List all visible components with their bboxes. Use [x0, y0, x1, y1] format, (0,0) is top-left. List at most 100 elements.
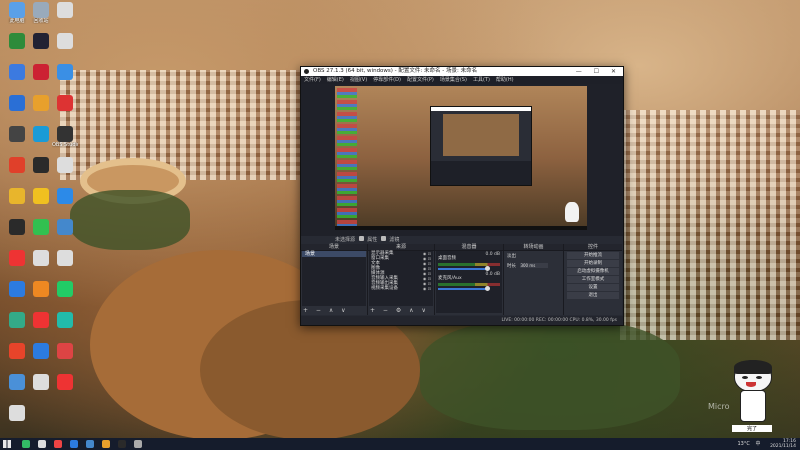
- filters-button[interactable]: 滤镜: [389, 237, 399, 243]
- desktop-icon[interactable]: [52, 343, 78, 359]
- desktop-icon[interactable]: [4, 343, 30, 359]
- scenes-toolbar[interactable]: + − ∧ ∨: [301, 307, 367, 315]
- desktop-icon[interactable]: [52, 95, 78, 111]
- taskbar-app-icon[interactable]: [102, 440, 110, 448]
- desktop-icon[interactable]: OBS Studio: [52, 126, 78, 148]
- sources-toolbar[interactable]: + − ⚙ ∧ ∨: [368, 307, 434, 315]
- properties-button[interactable]: 属性: [367, 237, 377, 243]
- control-button[interactable]: 工作室模式: [567, 276, 619, 283]
- app-icon: [9, 250, 25, 266]
- desktop-icon[interactable]: [4, 188, 30, 204]
- desktop-icon[interactable]: [52, 188, 78, 204]
- control-button[interactable]: 开始推流: [567, 252, 619, 259]
- weather-text[interactable]: 13°C: [738, 441, 750, 447]
- desktop-icon[interactable]: [4, 405, 30, 421]
- taskbar-app-icon[interactable]: [118, 440, 126, 448]
- desktop-icon[interactable]: [52, 219, 78, 235]
- desktop-icon[interactable]: [4, 374, 30, 390]
- desktop-icon[interactable]: [4, 126, 30, 142]
- desktop-icon[interactable]: [52, 250, 78, 266]
- desktop-icon[interactable]: [52, 312, 78, 328]
- windows-start-icon[interactable]: [3, 440, 11, 448]
- taskbar-app-icon[interactable]: [22, 440, 30, 448]
- taskbar: 13°C 中 17:16 2021/11/14: [0, 438, 800, 450]
- window-controls[interactable]: — ☐ ✕: [576, 67, 621, 76]
- transition-type[interactable]: 淡出: [507, 254, 516, 259]
- mascot-hair: [734, 360, 772, 374]
- desktop-icon[interactable]: [28, 374, 54, 390]
- volume-slider[interactable]: [438, 266, 490, 271]
- obs-window-title: OBS 27.1.3 (64 bit, windows) - 配置文件: 未命名…: [313, 68, 478, 74]
- controls-dock: 控件 开始推流 开始录制 启动虚拟摄像机 工作室模式 设置 退出: [564, 244, 622, 315]
- scenes-dock-title: 场景: [301, 244, 367, 251]
- gear-icon[interactable]: [358, 236, 364, 241]
- menu-item[interactable]: 工具(T): [473, 77, 490, 83]
- filter-icon[interactable]: [380, 236, 386, 241]
- control-button[interactable]: 退出: [567, 292, 619, 299]
- preview-canvas[interactable]: [335, 86, 587, 230]
- desktop-icon[interactable]: [28, 219, 54, 235]
- duration-input[interactable]: 300 ms: [520, 263, 549, 268]
- desktop-icon-label: 回收站: [33, 18, 49, 24]
- app-icon: [33, 126, 49, 142]
- obs-window[interactable]: OBS 27.1.3 (64 bit, windows) - 配置文件: 未命名…: [300, 66, 624, 326]
- desktop-icon[interactable]: [52, 2, 78, 18]
- menu-item[interactable]: 文件(F): [304, 77, 321, 83]
- desktop-icon[interactable]: [52, 374, 78, 390]
- desktop-icon[interactable]: [4, 33, 30, 49]
- desktop-icon[interactable]: 回收站: [28, 2, 54, 24]
- desktop-icon[interactable]: [4, 250, 30, 266]
- menu-item[interactable]: 场景集合(S): [440, 77, 467, 83]
- desktop-icon[interactable]: [28, 250, 54, 266]
- desktop-icon-label: OBS Studio: [52, 142, 78, 148]
- control-button[interactable]: 启动虚拟摄像机: [567, 268, 619, 275]
- visibility-lock-icons[interactable]: ◉ ⊡: [423, 286, 431, 291]
- desktop-icon[interactable]: [4, 219, 30, 235]
- language-indicator[interactable]: 中: [755, 441, 760, 447]
- taskbar-app-icon[interactable]: [86, 440, 94, 448]
- obs-menubar: 文件(F) 编辑(E) 视图(V) 停靠部件(D) 配置文件(P) 场景集合(S) 工具(T…: [301, 76, 623, 84]
- obs-titlebar[interactable]: OBS 27.1.3 (64 bit, windows) - 配置文件: 未命名…: [301, 67, 623, 76]
- app-icon: [9, 188, 25, 204]
- menu-item[interactable]: 视图(V): [350, 77, 367, 83]
- menu-item[interactable]: 停靠部件(D): [373, 77, 401, 83]
- menu-item[interactable]: 配置文件(P): [407, 77, 434, 83]
- clock[interactable]: 17:16 2021/11/14: [766, 439, 796, 449]
- taskbar-app-icon[interactable]: [134, 440, 142, 448]
- desktop-icon[interactable]: [28, 157, 54, 173]
- desktop-icon[interactable]: [4, 312, 30, 328]
- app-icon: [57, 188, 73, 204]
- desktop-icon[interactable]: [52, 157, 78, 173]
- control-button[interactable]: 设置: [567, 284, 619, 291]
- desktop-icon[interactable]: [28, 95, 54, 111]
- desktop-icon[interactable]: [52, 33, 78, 49]
- desktop-icon[interactable]: [28, 343, 54, 359]
- desktop-icon[interactable]: [28, 281, 54, 297]
- desktop-icon[interactable]: [28, 312, 54, 328]
- volume-slider[interactable]: [438, 286, 490, 291]
- sources-list[interactable]: 显示器采集 ◉ ⊡ 窗口采集 ◉ ⊡ 文本 ◉ ⊡ 图像 ◉ ⊡ 媒体源 ◉ ⊡ 音频输入采集 ◉ ⊡…: [369, 251, 433, 306]
- desktop-icon[interactable]: [52, 281, 78, 297]
- desktop-icon[interactable]: [4, 281, 30, 297]
- desktop-icon[interactable]: 此电脑: [4, 2, 30, 24]
- menu-item[interactable]: 帮助(H): [496, 77, 514, 83]
- taskbar-app-icon[interactable]: [70, 440, 78, 448]
- app-icon: [33, 157, 49, 173]
- desktop-icon[interactable]: [28, 64, 54, 80]
- scenes-list[interactable]: 场景: [302, 251, 366, 306]
- source-item[interactable]: 视频采集设备 ◉ ⊡: [369, 286, 433, 291]
- menu-item[interactable]: 编辑(E): [327, 77, 344, 83]
- taskbar-app-icon[interactable]: [38, 440, 46, 448]
- control-button[interactable]: 开始录制: [567, 260, 619, 267]
- mixer-dock-title: 混音器: [435, 244, 503, 251]
- app-icon: [57, 250, 73, 266]
- taskbar-app-icon[interactable]: [54, 440, 62, 448]
- desktop-icon[interactable]: [28, 188, 54, 204]
- desktop-icon[interactable]: [28, 33, 54, 49]
- desktop-icon[interactable]: [4, 157, 30, 173]
- scene-item[interactable]: 场景: [302, 251, 366, 257]
- desktop-icon[interactable]: [4, 95, 30, 111]
- desktop-icon[interactable]: [28, 126, 54, 142]
- desktop-icon[interactable]: [4, 64, 30, 80]
- desktop-icon[interactable]: [52, 64, 78, 80]
